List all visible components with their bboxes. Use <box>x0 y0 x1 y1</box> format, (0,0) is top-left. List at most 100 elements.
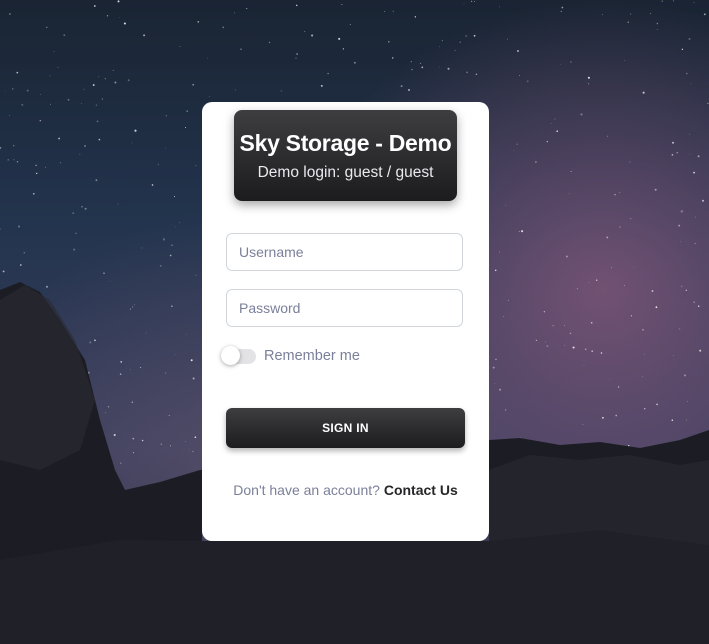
star <box>572 346 575 349</box>
star <box>106 15 109 17</box>
star <box>656 29 658 30</box>
star <box>119 17 120 18</box>
star <box>441 39 444 42</box>
star <box>162 238 165 241</box>
star <box>671 419 674 421</box>
star <box>656 22 659 25</box>
star <box>391 57 394 59</box>
star <box>131 142 133 144</box>
star <box>651 290 654 292</box>
remember-me-toggle[interactable] <box>221 346 256 365</box>
star <box>676 152 678 154</box>
star <box>159 265 162 267</box>
star <box>695 216 696 218</box>
star <box>89 341 92 344</box>
star <box>132 437 135 440</box>
star <box>590 322 593 324</box>
star <box>560 10 562 13</box>
star <box>234 12 235 14</box>
star <box>50 103 51 105</box>
star <box>619 226 621 228</box>
star <box>503 316 505 318</box>
star <box>570 170 572 172</box>
star <box>384 11 386 12</box>
star <box>414 16 417 18</box>
star <box>617 386 620 388</box>
star <box>463 3 465 4</box>
star <box>9 13 11 15</box>
star <box>694 242 696 245</box>
star <box>499 388 502 391</box>
star <box>687 401 688 403</box>
star <box>165 372 167 374</box>
star <box>94 339 96 342</box>
star <box>179 46 181 47</box>
star <box>171 244 173 247</box>
star <box>693 301 695 303</box>
star <box>610 267 612 269</box>
star <box>588 83 590 85</box>
remember-me-label[interactable]: Remember me <box>264 348 360 364</box>
star <box>459 41 461 43</box>
signup-prompt-text: Don't have an account? <box>233 482 380 498</box>
star <box>104 78 106 80</box>
sign-in-button[interactable]: SIGN IN <box>226 408 465 448</box>
star <box>175 226 177 228</box>
star <box>46 285 48 288</box>
star <box>521 230 524 233</box>
star <box>582 423 584 425</box>
star <box>630 315 633 317</box>
star <box>145 332 147 334</box>
star <box>119 373 122 375</box>
star <box>624 285 626 287</box>
star <box>49 75 51 77</box>
star <box>680 210 683 213</box>
star <box>614 194 616 196</box>
star <box>26 89 29 92</box>
star <box>117 203 119 205</box>
star <box>185 441 187 442</box>
star <box>13 159 15 161</box>
contact-us-link[interactable]: Contact Us <box>384 482 458 498</box>
star <box>673 355 675 356</box>
star <box>526 80 529 83</box>
star <box>120 361 123 363</box>
star <box>470 0 473 3</box>
star <box>9 114 10 116</box>
star <box>95 179 98 182</box>
star <box>505 409 507 411</box>
star <box>688 38 691 40</box>
star <box>499 251 500 253</box>
star <box>195 165 197 167</box>
star <box>656 403 658 406</box>
star <box>79 153 81 155</box>
star <box>341 3 343 5</box>
star <box>671 154 674 156</box>
star <box>127 79 130 82</box>
demo-credentials-hint: Demo login: guest / guest <box>257 164 434 181</box>
star <box>12 144 15 147</box>
star <box>703 13 706 16</box>
star <box>123 22 126 25</box>
username-input[interactable] <box>226 233 463 271</box>
star <box>73 248 76 251</box>
star <box>170 445 171 447</box>
star <box>98 76 100 78</box>
star <box>649 12 651 15</box>
star <box>546 345 549 347</box>
star <box>32 192 35 195</box>
star <box>93 5 96 7</box>
star <box>707 102 709 105</box>
star <box>615 414 618 417</box>
star <box>179 222 181 224</box>
star <box>671 141 675 144</box>
password-input[interactable] <box>226 289 463 327</box>
star <box>606 236 609 239</box>
star <box>107 406 110 408</box>
star <box>454 50 456 51</box>
star <box>505 204 507 206</box>
star <box>624 60 625 62</box>
star <box>141 247 143 249</box>
star <box>642 328 644 331</box>
star <box>222 26 225 29</box>
